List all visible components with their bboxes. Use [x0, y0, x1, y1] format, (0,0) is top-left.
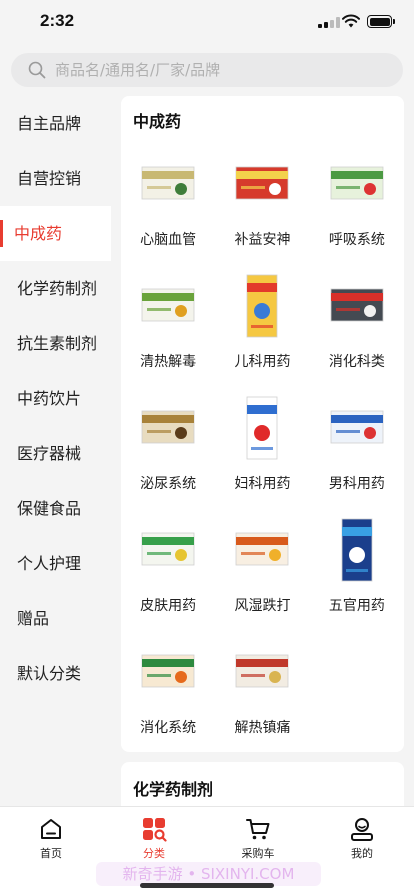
sidebar-item[interactable]: 医疗器械 [0, 426, 111, 481]
medicine-box-icon [328, 151, 386, 217]
subcategory-label: 清热解毒 [140, 354, 197, 370]
subcategory-label: 男科用药 [328, 476, 385, 492]
subcategory-item[interactable]: 风湿跌打 [215, 517, 309, 639]
sidebar-item[interactable]: 自主品牌 [0, 96, 111, 151]
sidebar-item[interactable]: 自营控销 [0, 151, 111, 206]
sidebar-item[interactable]: 中成药 [0, 206, 111, 261]
sidebar-item-label: 默认分类 [17, 664, 82, 683]
subcategory-item[interactable]: 儿科用药 [215, 273, 309, 395]
tab-home[interactable]: 首页 [21, 816, 81, 861]
status-time: 2:32 [40, 11, 75, 30]
sidebar-item-label: 赠品 [17, 609, 50, 628]
tab-label: 采购车 [241, 847, 275, 860]
next-section-card: 化学药制剂 [121, 762, 404, 806]
subcategory-label: 消化系统 [140, 720, 197, 736]
home-indicator [140, 883, 274, 888]
subcategory-label: 风湿跌打 [234, 598, 291, 614]
subcategory-item[interactable]: 五官用药 [310, 517, 404, 639]
medicine-box-icon [139, 517, 197, 583]
tab-label: 我的 [351, 847, 373, 860]
subcategory-item[interactable]: 妇科用药 [215, 395, 309, 517]
subcategory-label: 消化科类 [328, 354, 385, 370]
medicine-box-icon [328, 395, 386, 461]
subcategory-item[interactable]: 消化系统 [121, 639, 215, 761]
category-icon [143, 818, 167, 842]
search-icon [28, 61, 46, 79]
subcategory-label: 泌尿系统 [140, 476, 197, 492]
sidebar-item[interactable]: 赠品 [0, 591, 111, 646]
status-bar: 2:32 [0, 0, 414, 46]
sidebar-item-label: 化学药制剂 [17, 279, 98, 298]
sidebar-item-label: 中药饮片 [17, 389, 82, 408]
tab-label: 首页 [40, 847, 62, 860]
medicine-box-icon [233, 395, 291, 461]
subcategory-item[interactable]: 解热镇痛 [215, 639, 309, 761]
subcategory-label: 儿科用药 [234, 354, 291, 370]
medicine-box-icon [328, 273, 386, 339]
sidebar-item[interactable]: 个人护理 [0, 536, 111, 591]
sidebar-item[interactable]: 中药饮片 [0, 371, 111, 426]
subcategory-label: 解热镇痛 [234, 720, 291, 736]
medicine-box-icon [139, 395, 197, 461]
subcategory-label: 皮肤用药 [140, 598, 197, 614]
sidebar-item-label: 个人护理 [17, 554, 82, 573]
medicine-box-icon [233, 151, 291, 217]
subcategory-label: 五官用药 [328, 598, 385, 614]
sidebar-item-label: 抗生素制剂 [17, 334, 98, 353]
subcategory-label: 补益安神 [234, 232, 291, 248]
cart-icon [246, 819, 270, 840]
tab-label: 分类 [143, 847, 165, 860]
sidebar-item[interactable]: 化学药制剂 [0, 261, 111, 316]
medicine-box-icon [328, 517, 386, 583]
home-icon [41, 819, 61, 839]
search-bar[interactable] [11, 53, 403, 87]
category-sidebar: 自主品牌自营控销中成药化学药制剂抗生素制剂中药饮片医疗器械保健食品个人护理赠品默… [0, 96, 111, 806]
subcategory-item[interactable]: 皮肤用药 [121, 517, 215, 639]
medicine-box-icon [233, 273, 291, 339]
sidebar-item-label: 中成药 [14, 224, 63, 243]
tab-category[interactable]: 分类 [124, 816, 184, 861]
subcategory-item[interactable]: 清热解毒 [121, 273, 215, 395]
subcategory-item[interactable]: 呼吸系统 [310, 151, 404, 273]
subcategory-item[interactable]: 男科用药 [310, 395, 404, 517]
subcategory-label: 呼吸系统 [328, 232, 385, 248]
subcategory-grid: 心脑血管 补益安神 呼吸系统清热解毒 儿科用药 消化科类泌尿系统 妇科用药 男科用药皮肤用药… [121, 151, 404, 761]
sidebar-item-label: 自营控销 [17, 169, 82, 188]
medicine-box-icon [233, 517, 291, 583]
medicine-box-icon [139, 273, 197, 339]
sidebar-item[interactable]: 保健食品 [0, 481, 111, 536]
subcategory-card: 中成药 心脑血管 补益安神 呼吸系统清热解毒 儿科用药 消化科类泌尿系统 妇科用药 男科用药… [121, 96, 404, 752]
profile-icon [351, 818, 373, 841]
medicine-box-icon [139, 639, 197, 705]
cellular-signal-icon [318, 17, 340, 28]
subcategory-item[interactable]: 泌尿系统 [121, 395, 215, 517]
subcategory-item[interactable]: 心脑血管 [121, 151, 215, 273]
medicine-box-icon [233, 639, 291, 705]
subcategory-label: 妇科用药 [234, 476, 291, 492]
wifi-icon [342, 14, 360, 28]
next-section-title: 化学药制剂 [133, 780, 214, 799]
subcategory-item[interactable]: 消化科类 [310, 273, 404, 395]
sidebar-item-label: 保健食品 [17, 499, 82, 518]
category-content: 中成药 心脑血管 补益安神 呼吸系统清热解毒 儿科用药 消化科类泌尿系统 妇科用药 男科用药… [111, 96, 414, 806]
medicine-box-icon [139, 151, 197, 217]
battery-icon [367, 15, 395, 28]
tab-cart[interactable]: 采购车 [228, 816, 288, 861]
sidebar-item-label: 自主品牌 [17, 114, 82, 133]
sidebar-item[interactable]: 默认分类 [0, 646, 111, 701]
subcategory-label: 心脑血管 [140, 232, 197, 248]
tab-profile[interactable]: 我的 [332, 816, 392, 861]
section-title: 中成药 [133, 112, 182, 131]
search-input[interactable] [55, 53, 385, 87]
sidebar-item-label: 医疗器械 [17, 444, 82, 463]
sidebar-item[interactable]: 抗生素制剂 [0, 316, 111, 371]
subcategory-item[interactable]: 补益安神 [215, 151, 309, 273]
